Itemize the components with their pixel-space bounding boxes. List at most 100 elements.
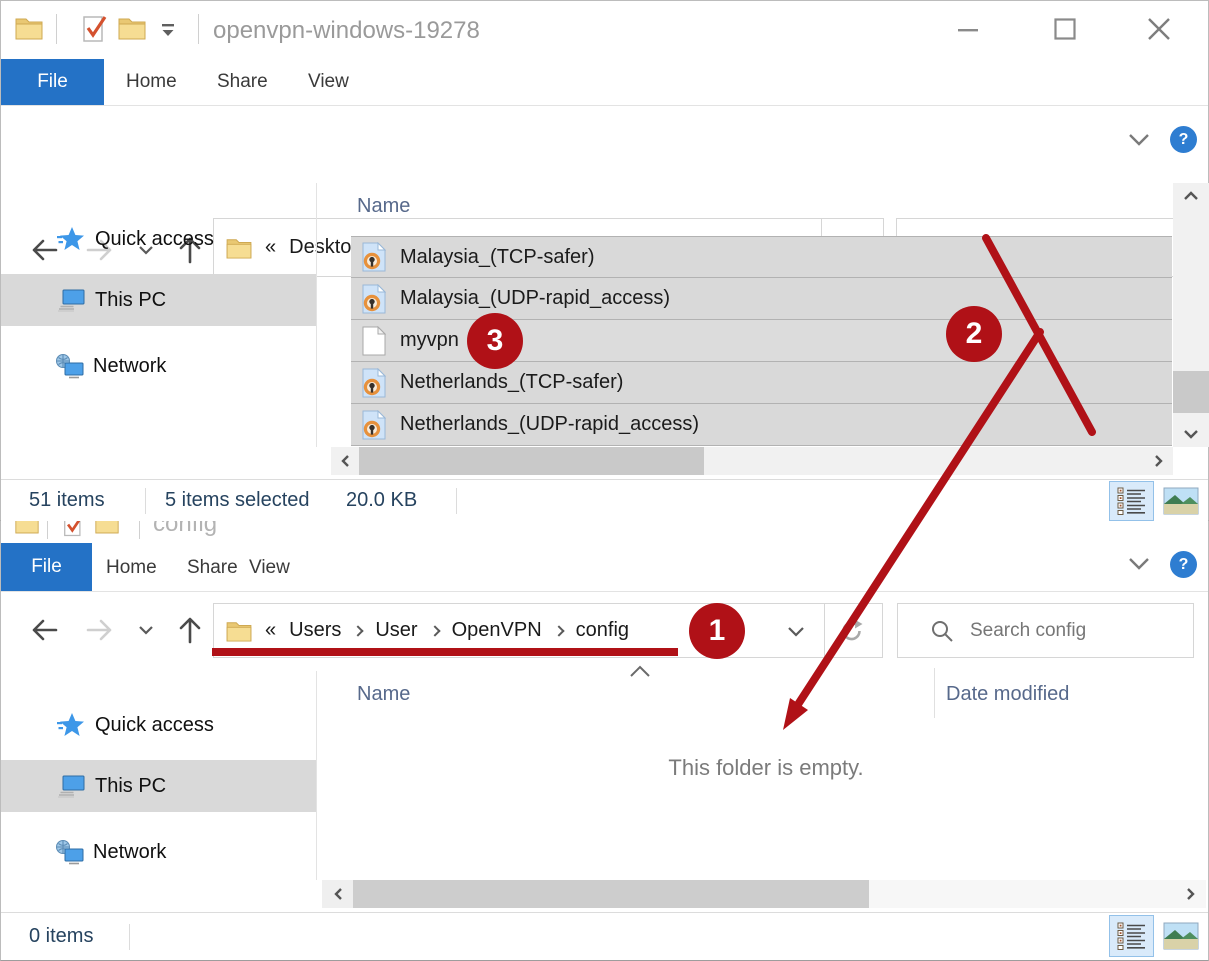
network-icon [55, 839, 85, 865]
properties-check-icon[interactable] [82, 12, 108, 44]
status-bar: 51 items 5 items selected 20.0 KB [1, 479, 1208, 521]
scroll-up-arrow[interactable] [1173, 183, 1209, 209]
selection-count: 5 items selected [165, 489, 310, 512]
column-header-name[interactable]: Name [357, 683, 410, 706]
file-name: myvpn [400, 329, 459, 352]
column-divider[interactable] [934, 668, 935, 718]
ovpn-file-icon [362, 284, 386, 314]
forward-button[interactable] [85, 616, 115, 644]
sidebar-item-quick-access[interactable]: Quick access [1, 217, 316, 261]
scroll-right-arrow[interactable] [1145, 447, 1173, 475]
sidebar-item-label: This PC [95, 289, 166, 312]
details-view-icon [1117, 487, 1147, 515]
status-divider [145, 488, 146, 514]
details-view-button[interactable] [1109, 481, 1154, 521]
breadcrumb-item[interactable]: OpenVPN [452, 619, 542, 642]
status-divider [456, 488, 457, 514]
breadcrumb-item[interactable]: config [576, 619, 629, 642]
tab-share[interactable]: Share [217, 71, 268, 93]
tab-share[interactable]: Share [187, 557, 238, 579]
quick-access-star-icon [57, 226, 85, 252]
scroll-left-arrow[interactable] [331, 447, 359, 475]
scroll-right-arrow[interactable] [1175, 880, 1206, 908]
qat-divider [198, 14, 199, 44]
recent-locations-chevron-icon[interactable] [138, 625, 154, 636]
screenshot-stage: openvpn-windows-19278 File Home Share Vi… [0, 0, 1209, 961]
sidebar-item-this-pc[interactable]: This PC [1, 760, 316, 812]
status-divider [129, 924, 130, 950]
file-name: Netherlands_(UDP-rapid_access) [400, 413, 699, 436]
help-button[interactable]: ? [1170, 551, 1197, 578]
file-row[interactable]: Netherlands_(UDP-rapid_access) [351, 404, 1172, 446]
sidebar-item-label: Quick access [95, 714, 214, 737]
file-row[interactable]: Netherlands_(TCP-safer) [351, 362, 1172, 404]
folder-icon [15, 521, 39, 534]
refresh-button[interactable] [840, 619, 864, 643]
back-button[interactable] [29, 616, 59, 644]
item-count: 0 items [29, 925, 93, 948]
search-input[interactable] [970, 620, 1170, 642]
qat-divider [56, 14, 57, 44]
file-name: Netherlands_(TCP-safer) [400, 371, 623, 394]
folder-icon [95, 521, 119, 534]
up-button[interactable] [176, 615, 204, 645]
sidebar-item-quick-access[interactable]: Quick access [1, 703, 316, 747]
tab-home[interactable]: Home [106, 557, 157, 579]
properties-check-icon [63, 521, 85, 538]
column-header-date-modified[interactable]: Date modified [946, 683, 1069, 706]
breadcrumb-item[interactable]: Users [289, 619, 341, 642]
network-icon [55, 353, 85, 379]
qat-customize-dropdown-icon[interactable] [159, 23, 177, 39]
horizontal-scrollbar[interactable] [331, 447, 1173, 475]
address-dropdown-chevron-icon[interactable] [786, 626, 806, 638]
details-view-icon [1117, 922, 1147, 950]
titlebar: openvpn-windows-19278 [1, 1, 1208, 59]
tab-home[interactable]: Home [126, 71, 177, 93]
scroll-left-arrow[interactable] [322, 880, 353, 908]
scrollbar-thumb[interactable] [1173, 371, 1209, 413]
file-name: Malaysia_(UDP-rapid_access) [400, 287, 670, 310]
file-row[interactable]: Malaysia_(UDP-rapid_access) [351, 278, 1172, 320]
column-header-name[interactable]: Name [357, 195, 410, 218]
sidebar-item-this-pc[interactable]: This PC [1, 274, 316, 326]
breadcrumb-prefix[interactable]: « [265, 619, 276, 642]
minimize-button[interactable] [957, 27, 979, 33]
ovpn-file-icon [362, 410, 386, 440]
nav-bar: « Users User OpenVPN config [1, 591, 1208, 671]
window-title: config [153, 521, 217, 538]
thumbnail-view-button[interactable] [1161, 921, 1201, 951]
sidebar-item-network[interactable]: Network [1, 830, 316, 874]
search-box[interactable] [897, 603, 1194, 658]
file-row[interactable]: Malaysia_(TCP-safer) [351, 236, 1172, 278]
ribbon: File Home Share View ? [1, 59, 1208, 105]
ribbon-collapse-chevron-icon[interactable] [1127, 557, 1151, 571]
breadcrumb-chevron-icon [553, 625, 564, 636]
tab-file[interactable]: File [1, 543, 92, 591]
thumbnail-view-button[interactable] [1161, 486, 1201, 516]
scroll-down-arrow[interactable] [1173, 421, 1209, 447]
details-view-button[interactable] [1109, 915, 1154, 957]
text-file-icon [362, 326, 386, 356]
breadcrumb-item[interactable]: User [375, 619, 417, 642]
tab-file[interactable]: File [1, 59, 104, 105]
quick-access-star-icon [57, 712, 85, 738]
empty-folder-message: This folder is empty. [668, 755, 863, 781]
sidebar-item-label: Network [93, 355, 166, 378]
new-folder-icon[interactable] [118, 16, 146, 40]
sidebar-item-network[interactable]: Network [1, 344, 316, 388]
maximize-button[interactable] [1053, 17, 1077, 41]
ovpn-file-icon [362, 242, 386, 272]
horizontal-scrollbar[interactable] [322, 880, 1206, 908]
nav-bar: « Desktop openvpn-windows-19278 [1, 105, 1208, 183]
item-count: 51 items [29, 489, 105, 512]
tab-view[interactable]: View [249, 557, 290, 579]
sidebar-item-label: Quick access [95, 228, 214, 251]
vertical-scrollbar[interactable] [1173, 183, 1209, 447]
breadcrumb-chevron-icon [429, 625, 440, 636]
scrollbar-thumb[interactable] [353, 880, 869, 908]
this-pc-icon [57, 288, 85, 312]
tab-view[interactable]: View [308, 71, 349, 93]
folder-icon [15, 16, 43, 40]
scrollbar-thumb[interactable] [359, 447, 704, 475]
close-button[interactable] [1145, 15, 1173, 43]
